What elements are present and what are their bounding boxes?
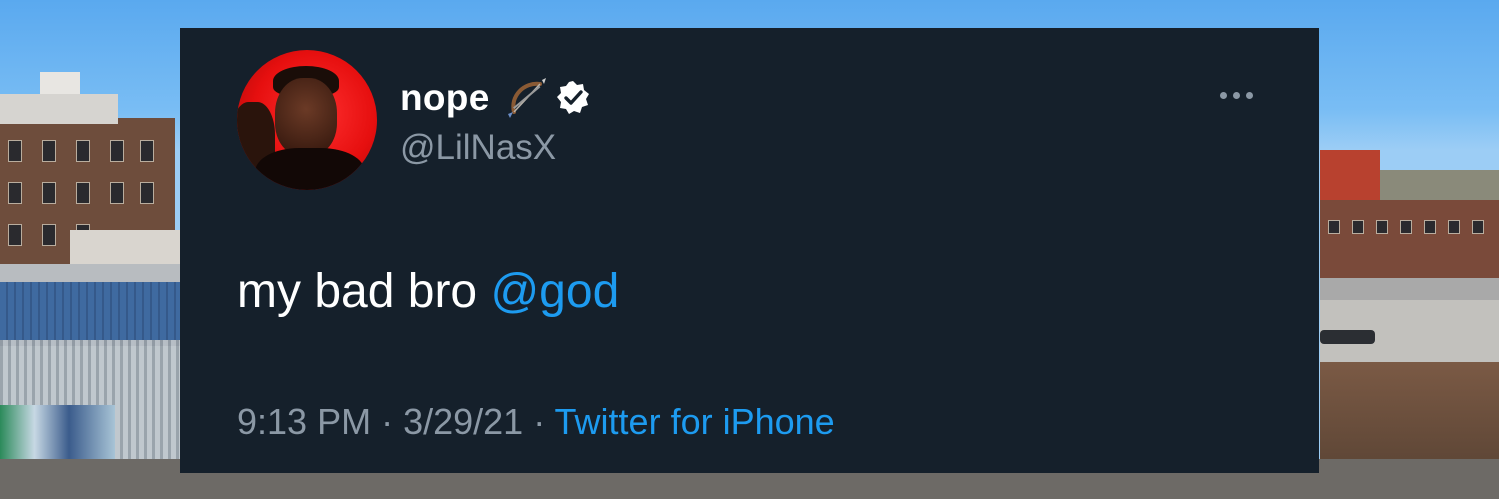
tweet-date[interactable]: 3/29/21: [403, 401, 523, 442]
meta-separator-2: ·: [523, 401, 555, 442]
tweet-body-text: my bad bro: [237, 265, 491, 318]
avatar[interactable]: [237, 50, 377, 190]
bow-and-arrow-icon: [507, 78, 546, 118]
username-handle[interactable]: @LilNasX: [400, 128, 556, 168]
tweet-text: my bad bro @god: [237, 264, 619, 319]
client-link[interactable]: Twitter for iPhone: [555, 401, 835, 442]
graffiti-wall: [0, 405, 115, 465]
right-brick-building: [1320, 198, 1499, 278]
mention-link[interactable]: @god: [490, 265, 619, 318]
more-options-icon[interactable]: [1220, 92, 1253, 99]
display-name[interactable]: nope: [400, 77, 490, 119]
tweet-card[interactable]: nope @LilNasX my bad bro @god 9:13 PM · …: [180, 28, 1319, 473]
author-name-row[interactable]: nope: [400, 76, 592, 120]
rooftop-wall: [1320, 362, 1499, 472]
tweet-metadata: 9:13 PM · 3/29/21 · Twitter for iPhone: [237, 401, 835, 443]
verified-badge-icon: [556, 81, 589, 114]
meta-separator: ·: [371, 401, 404, 442]
tweet-time[interactable]: 9:13 PM: [237, 401, 371, 442]
